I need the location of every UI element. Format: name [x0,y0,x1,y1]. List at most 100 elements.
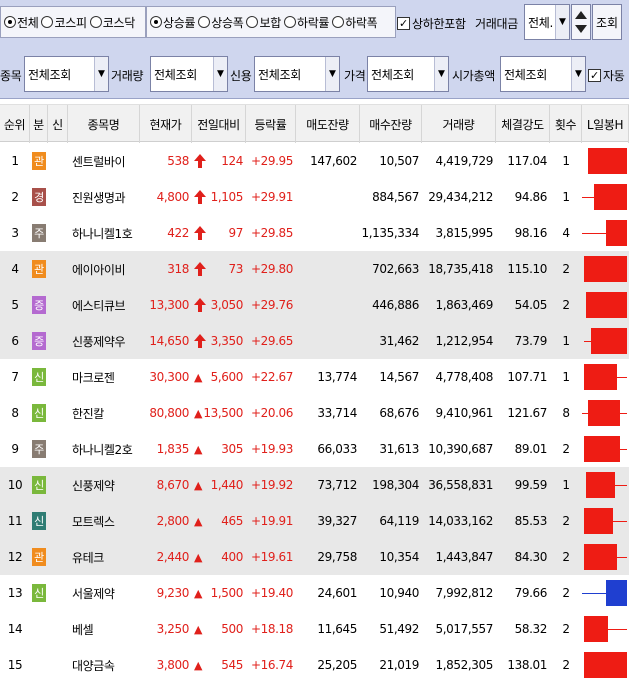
auto-checkbox[interactable]: ✓ 자동 [588,67,625,84]
ask-volume-cell: 25,205 [317,658,357,672]
market-badge-cell [30,647,48,683]
swap-updown-icon [575,11,587,33]
stock-name-cell: 하나니켈1호 [72,226,133,241]
rank-cell: 8 [11,406,19,420]
header-col-rate[interactable]: 등락률 [246,105,296,143]
chevron-down-icon[interactable]: ▼ [325,57,339,91]
radio-indicator[interactable] [332,16,345,28]
rate-cell: +29.95 [250,154,293,168]
price-select[interactable]: 전체조회 ▼ [367,56,449,92]
ask-volume-cell [296,251,360,287]
table-row[interactable]: 11 신 모트렉스 2,800 ▲ 465 +19.91 39,327 64,119 14,033… [0,503,629,539]
trading-value-select[interactable]: 전체. ▼ [524,4,570,40]
table-row[interactable]: 1 관 센트럴바이 538 124 +29.95 147,602 10,507 4,419,72… [0,143,629,179]
header-col-price[interactable]: 현재가 [140,105,192,143]
chevron-down-icon[interactable]: ▼ [213,57,227,91]
table-row[interactable]: 3 주 하나니켈1호 422 97 +29.85 1,135,334 3,815,995 98.… [0,215,629,251]
sort-radio-flat[interactable]: 보합 [246,14,281,31]
change-cell: ▲ 545 [192,647,246,683]
stock-name-cell: 하나니켈2호 [72,442,133,457]
header-col-bid[interactable]: 매수잔량 [360,105,422,143]
table-row[interactable]: 4 관 에이아이비 318 73 +29.80 702,663 18,735,418 115.1… [0,251,629,287]
change-cell: 1,105 [192,179,246,215]
table-row[interactable]: 7 신 마크로젠 30,300 ▲ 5,600 +22.67 13,774 14,567 4,77… [0,359,629,395]
market-radio-kosdaq[interactable]: 코스닥 [89,14,135,31]
strength-cell: 115.10 [507,262,547,276]
table-row[interactable]: 12 관 유테크 2,440 ▲ 400 +19.61 29,758 10,354 1,443,8… [0,539,629,575]
header-col-strength[interactable]: 체결강도 [496,105,550,143]
table-row[interactable]: 8 신 한진칼 80,800 ▲ 13,500 +20.06 33,714 68,676 9,41… [0,395,629,431]
header-col-count[interactable]: 횟수 [550,105,582,143]
sort-radio-rise-rate[interactable]: 상승률 [150,14,196,31]
count-cell: 1 [562,190,570,204]
count-cell: 4 [562,226,570,240]
include-limit-checkbox[interactable]: ✓ 상하한포함 [397,15,466,32]
check-icon[interactable]: ✓ [397,17,410,30]
header-col-name[interactable]: 종목명 [68,105,140,143]
credit-cell [48,287,68,323]
sort-radio-fall-rate[interactable]: 하락률 [283,14,329,31]
strength-cell: 54.05 [514,298,548,312]
strength-cell: 73.79 [514,334,548,348]
up-triangle-icon: ▲ [194,442,203,456]
header-col-volume[interactable]: 거래량 [422,105,496,143]
query-button[interactable]: 조회 [592,4,622,40]
header-col-credit[interactable]: 신 [48,105,68,143]
swap-updown-button[interactable] [571,4,591,40]
rank-cell: 4 [11,262,19,276]
radio-indicator[interactable] [198,16,211,28]
table-row[interactable]: 15 대양금속 3,800 ▲ 545 +16.74 25,205 21,019 1,852,3… [0,647,629,683]
strength-cell: 89.01 [514,442,548,456]
table-row[interactable]: 9 주 하나니켈2호 1,835 ▲ 305 +19.93 66,033 31,613 10,39… [0,431,629,467]
stock-name-cell: 모트렉스 [72,514,115,529]
chevron-down-icon[interactable]: ▼ [94,57,108,91]
credit-select[interactable]: 전체조회 ▼ [254,56,340,92]
radio-indicator[interactable] [150,16,162,28]
rate-cell: +19.92 [250,478,293,492]
item-select[interactable]: 전체조회 ▼ [24,56,109,92]
check-icon[interactable]: ✓ [588,69,601,82]
change-value: 1,105 [210,190,244,204]
header-col-ask[interactable]: 매도잔량 [296,105,360,143]
credit-cell [48,323,68,359]
market-cap-select[interactable]: 전체조회 ▼ [500,56,586,92]
market-badge-cell: 관 [30,251,48,287]
radio-indicator[interactable] [41,16,54,28]
rate-cell: +19.93 [250,442,293,456]
radio-indicator[interactable] [4,16,16,28]
radio-indicator[interactable] [283,16,296,28]
table-row[interactable]: 14 베셀 3,250 ▲ 500 +18.18 11,645 51,492 5,017,557… [0,611,629,647]
header-col-candle[interactable]: L일봉H [582,105,629,143]
market-badge: 신 [32,404,46,422]
market-radio-kospi[interactable]: 코스피 [41,14,87,31]
change-cell: ▲ 13,500 [192,395,246,431]
count-cell: 1 [562,154,570,168]
bid-volume-cell: 64,119 [379,514,419,528]
sort-radio-fall-amount[interactable]: 하락폭 [332,14,378,31]
header-col-change[interactable]: 전일대비 [192,105,246,143]
rate-cell: +22.67 [250,370,293,384]
table-row[interactable]: 13 신 서울제약 9,230 ▲ 1,500 +19.40 24,601 10,940 7,99… [0,575,629,611]
header-col-market[interactable]: 분 [30,105,48,143]
candle-body [584,508,613,534]
chevron-down-icon[interactable]: ▼ [571,57,585,91]
radio-indicator[interactable] [89,16,102,28]
candle-body [605,220,627,246]
change-cell: 3,050 [192,287,246,323]
table-row[interactable]: 5 증 에스티큐브 13,300 3,050 +29.76 446,886 1,863,469… [0,287,629,323]
change-value: 1,500 [210,586,244,600]
price-label: 가격 [344,69,366,83]
volume-select[interactable]: 전체조회 ▼ [150,56,228,92]
market-radio-all[interactable]: 전체 [4,14,39,31]
header-col-rank[interactable]: 순위 [0,105,30,143]
sort-radio-rise-amount[interactable]: 상승폭 [198,14,244,31]
table-row[interactable]: 10 신 신풍제약 8,670 ▲ 1,440 +19.92 73,712 198,304 36,… [0,467,629,503]
table-row[interactable]: 2 경 진원생명과 4,800 1,105 +29.91 884,567 29,434,212… [0,179,629,215]
chevron-down-icon[interactable]: ▼ [555,5,569,39]
trade-volume-cell: 4,778,408 [435,370,494,384]
ask-volume-cell: 147,602 [310,154,357,168]
table-row[interactable]: 6 증 신풍제약우 14,650 3,350 +29.65 31,462 1,212,954 7… [0,323,629,359]
chevron-down-icon[interactable]: ▼ [434,57,448,91]
radio-indicator[interactable] [246,16,259,28]
daily-candle [582,575,629,611]
